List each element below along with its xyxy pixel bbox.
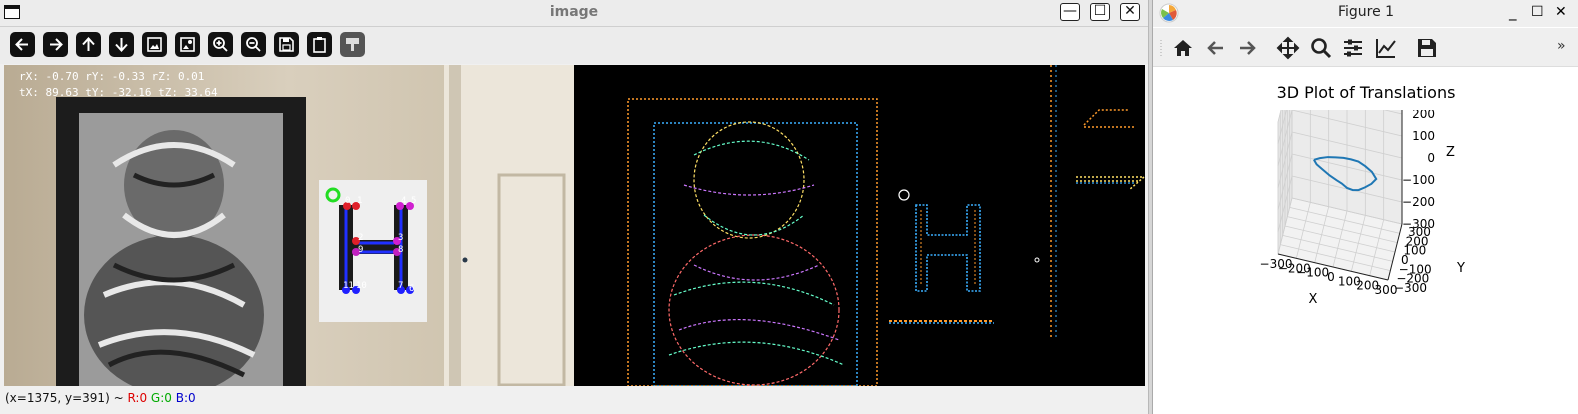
x-tick-label: 0 xyxy=(1327,270,1335,284)
marker-label: 7 xyxy=(398,281,404,291)
translation-readout: tX: 89.63 tY: -32.16 tZ: 33.64 xyxy=(19,86,218,99)
window-title: image xyxy=(549,4,599,20)
z-tick-label: −200 xyxy=(1402,195,1435,209)
maximize-button[interactable]: ☐ xyxy=(1090,3,1110,21)
marker-label: 8 xyxy=(398,245,404,255)
pan-up-icon[interactable] xyxy=(76,32,101,57)
status-bar: (x=1375, y=391) ~ R:0 G:0 B:0 xyxy=(0,388,1148,410)
y-axis-label: Y xyxy=(1456,261,1465,276)
back-icon[interactable] xyxy=(1204,36,1228,60)
marker-label: 6 xyxy=(409,284,415,294)
toolbar-grip-icon xyxy=(1160,40,1162,56)
pixel-red-value: R:0 xyxy=(127,391,148,405)
plot-title: 3D Plot of Translations xyxy=(1276,83,1456,102)
minimize-button[interactable]: — xyxy=(1060,3,1080,21)
toolbar-overflow-button[interactable]: » xyxy=(1557,38,1566,54)
x-tick-label: −100 xyxy=(1296,266,1329,280)
marker-label: 9 xyxy=(358,245,364,255)
zoom-icon[interactable] xyxy=(1309,36,1333,60)
image-window-titlebar[interactable]: image — ☐ ✕ xyxy=(0,0,1148,27)
image-toolbar xyxy=(0,27,1148,64)
3d-plot-area[interactable]: −300−200−1000 100200300−300−200−100010020… xyxy=(1153,110,1578,410)
zoom-fit-icon[interactable] xyxy=(142,32,167,57)
figure-window: Figure 1 _ ☐ ✕ » 3D Plot of Translations… xyxy=(1152,0,1578,414)
marker-label: 1 xyxy=(357,196,363,206)
marker-label: 4 xyxy=(401,196,407,206)
marker-label: 3 xyxy=(398,233,404,243)
home-icon[interactable] xyxy=(1171,36,1195,60)
save-image-icon[interactable] xyxy=(274,32,299,57)
z-axis-label: Z xyxy=(1446,145,1455,160)
figure-titlebar[interactable]: Figure 1 _ ☐ ✕ xyxy=(1153,0,1578,27)
edit-axis-icon[interactable] xyxy=(1374,36,1398,60)
camera-image-view[interactable]: rX: -0.70 rY: -0.33 rZ: 0.01 tX: 89.63 t… xyxy=(4,65,1145,386)
forward-icon[interactable] xyxy=(1235,36,1259,60)
marker-label: 10 xyxy=(356,281,367,291)
close-button[interactable]: ✕ xyxy=(1120,3,1140,21)
z-tick-label: −300 xyxy=(1402,217,1435,231)
marker-label: 11 xyxy=(343,281,354,291)
cursor-coordinates: (x=1375, y=391) ~ xyxy=(5,391,128,405)
z-tick-label: −100 xyxy=(1402,173,1435,187)
properties-icon[interactable] xyxy=(307,32,332,57)
z-tick-label: 100 xyxy=(1412,129,1435,143)
marker-label: 5 xyxy=(411,196,417,206)
configure-subplots-icon[interactable] xyxy=(1341,36,1365,60)
save-figure-icon[interactable] xyxy=(1415,36,1439,60)
figure-toolbar: » xyxy=(1153,28,1578,67)
pan-down-icon[interactable] xyxy=(109,32,134,57)
z-tick-label: 0 xyxy=(1427,151,1435,165)
figure-close-button[interactable]: ✕ xyxy=(1555,4,1567,20)
marker-label: 0 xyxy=(345,196,351,206)
zoom-original-icon[interactable] xyxy=(175,32,200,57)
z-tick-label: 200 xyxy=(1412,110,1435,121)
zoom-in-icon[interactable] xyxy=(208,32,233,57)
image-window: image — ☐ ✕ rX: -0.70 rY: -0.33 rZ: 0.01… xyxy=(0,0,1149,414)
zoom-out-icon[interactable] xyxy=(241,32,266,57)
x-axis-label: X xyxy=(1309,292,1318,307)
move-icon[interactable] xyxy=(1276,36,1300,60)
rotation-readout: rX: -0.70 rY: -0.33 rZ: 0.01 xyxy=(19,70,205,83)
pan-right-icon[interactable] xyxy=(43,32,68,57)
properties-window-icon[interactable] xyxy=(340,32,365,57)
camera-frame xyxy=(4,65,1145,386)
figure-minimize-button[interactable]: _ xyxy=(1509,3,1517,21)
pixel-blue-value: B:0 xyxy=(175,391,196,405)
figure-maximize-button[interactable]: ☐ xyxy=(1531,4,1544,20)
pixel-green-value: G:0 xyxy=(150,391,172,405)
pan-left-icon[interactable] xyxy=(10,32,35,57)
marker-label: 2 xyxy=(358,233,364,243)
